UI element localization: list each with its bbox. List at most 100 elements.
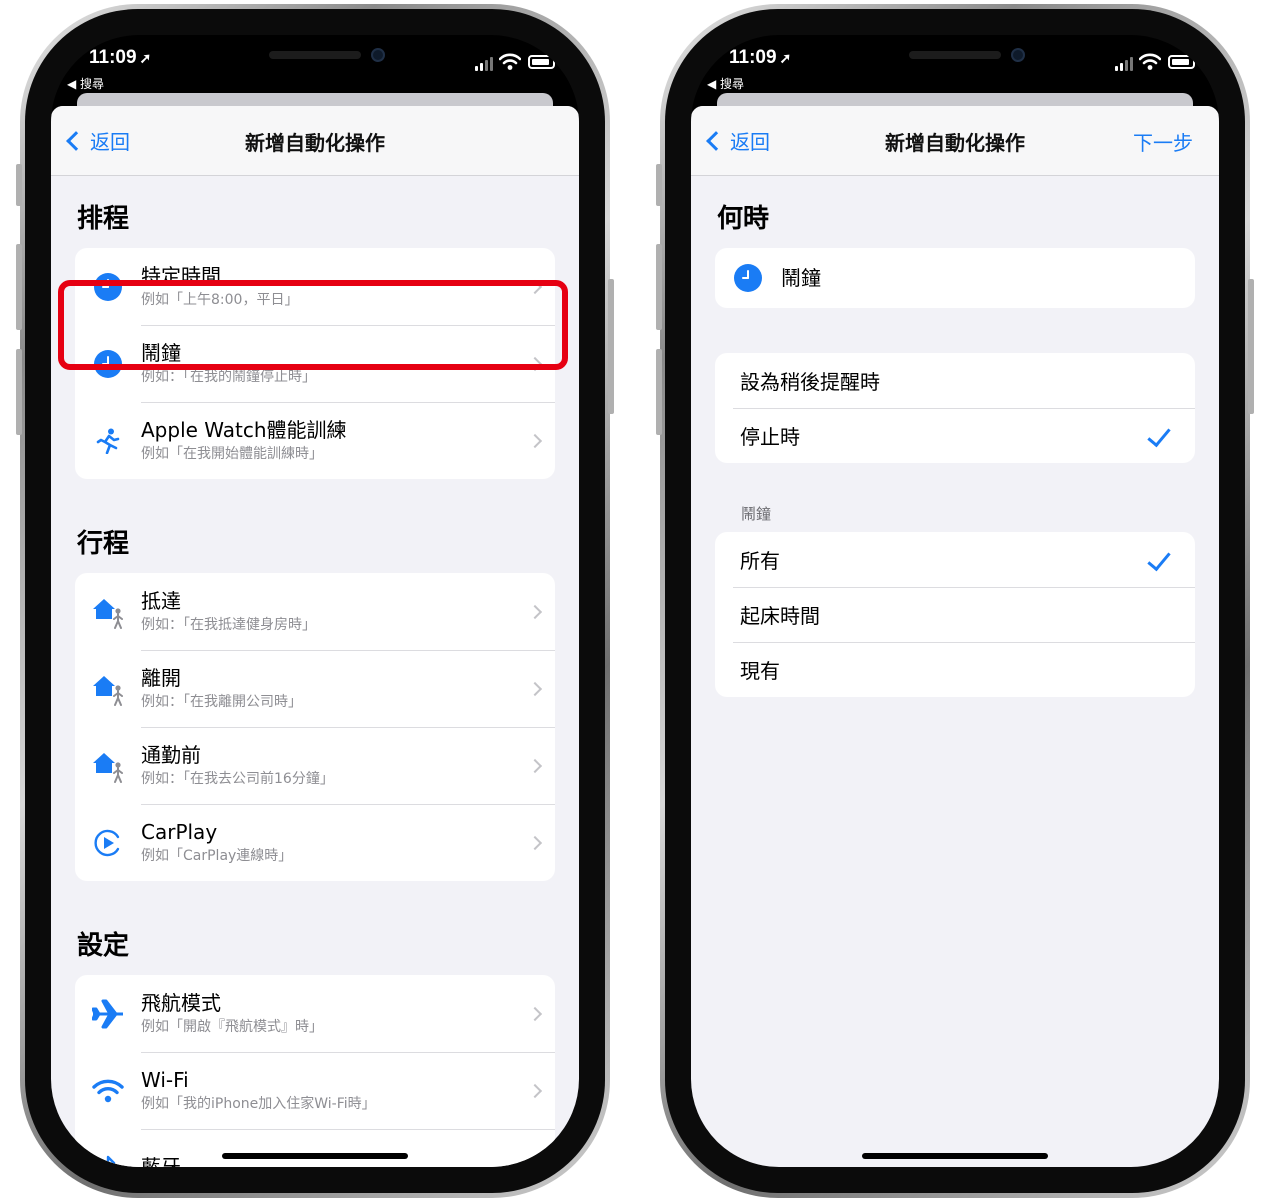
item-title: 通勤前 (141, 742, 201, 767)
item-title: 離開 (141, 665, 181, 690)
alarm-highlight-box (58, 280, 568, 370)
home-person-icon (93, 675, 123, 706)
carplay-icon (94, 829, 120, 856)
status-time: 11:09 ➚ (729, 47, 792, 68)
option-stopped[interactable]: 停止時 (715, 408, 1195, 463)
volume-up-button (16, 244, 22, 330)
phone-frame-right: 11:09 ➚ ◀ 搜尋 返回 新增自動化操作 下一步 何時 鬧鐘 設為稍後提醒… (656, 4, 1254, 1198)
navigation-bar: 返回 新增自動化操作 下一步 (691, 106, 1219, 176)
option-label: 起床時間 (740, 604, 820, 628)
airplane-icon (92, 999, 123, 1028)
chevron-right-icon (527, 1160, 543, 1167)
item-title: 飛航模式 (141, 990, 221, 1015)
next-button[interactable]: 下一步 (1133, 127, 1193, 156)
list-item-carplay[interactable]: CarPlay 例如「CarPlay連線時」 (75, 804, 555, 881)
earpiece-speaker (269, 51, 361, 59)
travel-list: 抵達 例如：「在我抵達健身房時」 離開 例如：「在我離開公司時」 通勤前 例如：… (75, 573, 555, 881)
item-subtitle: 例如：「在我去公司前16分鐘」 (141, 770, 334, 787)
running-figure-icon (96, 428, 120, 454)
section-header-when: 何時 (717, 204, 770, 234)
alarm-trigger-sheet: 返回 新增自動化操作 下一步 何時 鬧鐘 設為稍後提醒時 停止時 鬧鐘 所有 起… (691, 106, 1219, 1167)
option-label: 現有 (740, 659, 780, 683)
bezel: 11:09 ➚ ◀ 搜尋 返回 新增自動化操作 排程 特定時間 例如「上午8:0… (25, 9, 605, 1193)
location-arrow-icon: ➚ (779, 50, 792, 66)
section-header-schedule: 排程 (77, 204, 130, 234)
alarm-event-options: 設為稍後提醒時 停止時 (715, 353, 1195, 463)
section-header-settings: 設定 (77, 931, 130, 961)
earpiece-speaker (909, 51, 1001, 59)
checkmark-icon (1147, 422, 1171, 448)
page-title: 新增自動化操作 (245, 131, 385, 155)
home-person-icon (93, 752, 123, 783)
location-arrow-icon: ➚ (139, 50, 152, 66)
back-to-app-link[interactable]: ◀ 搜尋 (707, 75, 744, 92)
alarm-group-label: 鬧鐘 (741, 505, 772, 523)
option-wake-up[interactable]: 起床時間 (715, 587, 1195, 642)
cellular-signal-icon (475, 57, 493, 71)
power-button (1248, 279, 1254, 414)
list-item-airplane-mode[interactable]: 飛航模式例如「開啟『飛航模式』時」 (75, 975, 555, 1052)
chevron-right-icon (527, 835, 543, 850)
chevron-right-icon (527, 433, 543, 448)
mute-switch (16, 164, 22, 206)
option-snoozed[interactable]: 設為稍後提醒時 (715, 353, 1195, 408)
screen: 11:09 ➚ ◀ 搜尋 返回 新增自動化操作 下一步 何時 鬧鐘 設為稍後提醒… (691, 35, 1219, 1167)
status-time: 11:09 ➚ (89, 47, 152, 68)
volume-down-button (16, 349, 22, 435)
option-existing[interactable]: 現有 (715, 642, 1195, 697)
wifi-icon (92, 1079, 124, 1102)
notch (807, 35, 1103, 79)
volume-down-button (656, 349, 662, 435)
trigger-card: 鬧鐘 (715, 248, 1195, 308)
list-item-before-commute[interactable]: 通勤前例如：「在我去公司前16分鐘」 (75, 727, 555, 804)
front-camera (371, 48, 385, 62)
chevron-right-icon (527, 1006, 543, 1021)
item-subtitle: 例如「在我開始體能訓練時」 (141, 445, 323, 462)
battery-icon (1168, 55, 1198, 69)
item-subtitle: 例如「開啟『飛航模式』時」 (141, 1018, 323, 1035)
item-subtitle: 例如「我的iPhone加入住家Wi-Fi時」 (141, 1095, 376, 1112)
alarm-selection-list: 所有 起床時間 現有 (715, 532, 1195, 697)
chevron-right-icon (527, 1083, 543, 1098)
item-subtitle: 例如：「在我離開公司時」 (141, 693, 302, 710)
volume-up-button (656, 244, 662, 330)
section-header-travel: 行程 (77, 529, 130, 559)
cellular-signal-icon (1115, 57, 1133, 71)
item-subtitle: 例如：「在我抵達健身房時」 (141, 616, 316, 633)
option-label: 停止時 (740, 425, 800, 449)
item-subtitle: 例如「CarPlay連線時」 (141, 847, 293, 864)
item-title: CarPlay (141, 819, 218, 844)
item-title: Apple Watch體能訓練 (141, 417, 347, 442)
clock-icon (734, 264, 762, 292)
list-item-bluetooth[interactable]: 藍牙 (75, 1129, 555, 1167)
list-item-wifi[interactable]: Wi-Fi 例如「我的iPhone加入住家Wi-Fi時」 (75, 1052, 555, 1129)
list-item-leave[interactable]: 離開例如：「在我離開公司時」 (75, 650, 555, 727)
trigger-alarm-row[interactable]: 鬧鐘 (715, 248, 1195, 308)
option-all-alarms[interactable]: 所有 (715, 532, 1195, 587)
wifi-status-icon (1139, 53, 1161, 70)
home-indicator[interactable] (862, 1153, 1048, 1159)
item-title: 抵達 (141, 588, 181, 613)
chevron-right-icon (527, 681, 543, 696)
checkmark-icon (1147, 546, 1171, 572)
notch (167, 35, 463, 79)
wifi-status-icon (499, 53, 521, 70)
list-item-apple-watch-workout[interactable]: Apple Watch體能訓練例如「在我開始體能訓練時」 (75, 402, 555, 479)
new-automation-sheet: 返回 新增自動化操作 排程 特定時間 例如「上午8:00，平日」 鬧鐘 例如：「在我… (51, 106, 579, 1167)
option-label: 所有 (740, 549, 780, 573)
front-camera (1011, 48, 1025, 62)
screen: 11:09 ➚ ◀ 搜尋 返回 新增自動化操作 排程 特定時間 例如「上午8:0… (51, 35, 579, 1167)
home-person-icon (93, 598, 123, 629)
back-to-app-link[interactable]: ◀ 搜尋 (67, 75, 104, 92)
power-button (608, 279, 614, 414)
item-title: Wi-Fi (141, 1067, 189, 1092)
battery-icon (528, 55, 558, 69)
navigation-bar: 返回 新增自動化操作 (51, 106, 579, 176)
bluetooth-icon (99, 1155, 116, 1167)
settings-list: 飛航模式例如「開啟『飛航模式』時」 Wi-Fi 例如「我的iPhone加入住家Wi… (75, 975, 555, 1167)
trigger-title: 鬧鐘 (781, 266, 821, 290)
list-item-arrive[interactable]: 抵達例如：「在我抵達健身房時」 (75, 573, 555, 650)
option-label: 設為稍後提醒時 (740, 370, 880, 394)
chevron-right-icon (527, 604, 543, 619)
home-indicator[interactable] (222, 1153, 408, 1159)
